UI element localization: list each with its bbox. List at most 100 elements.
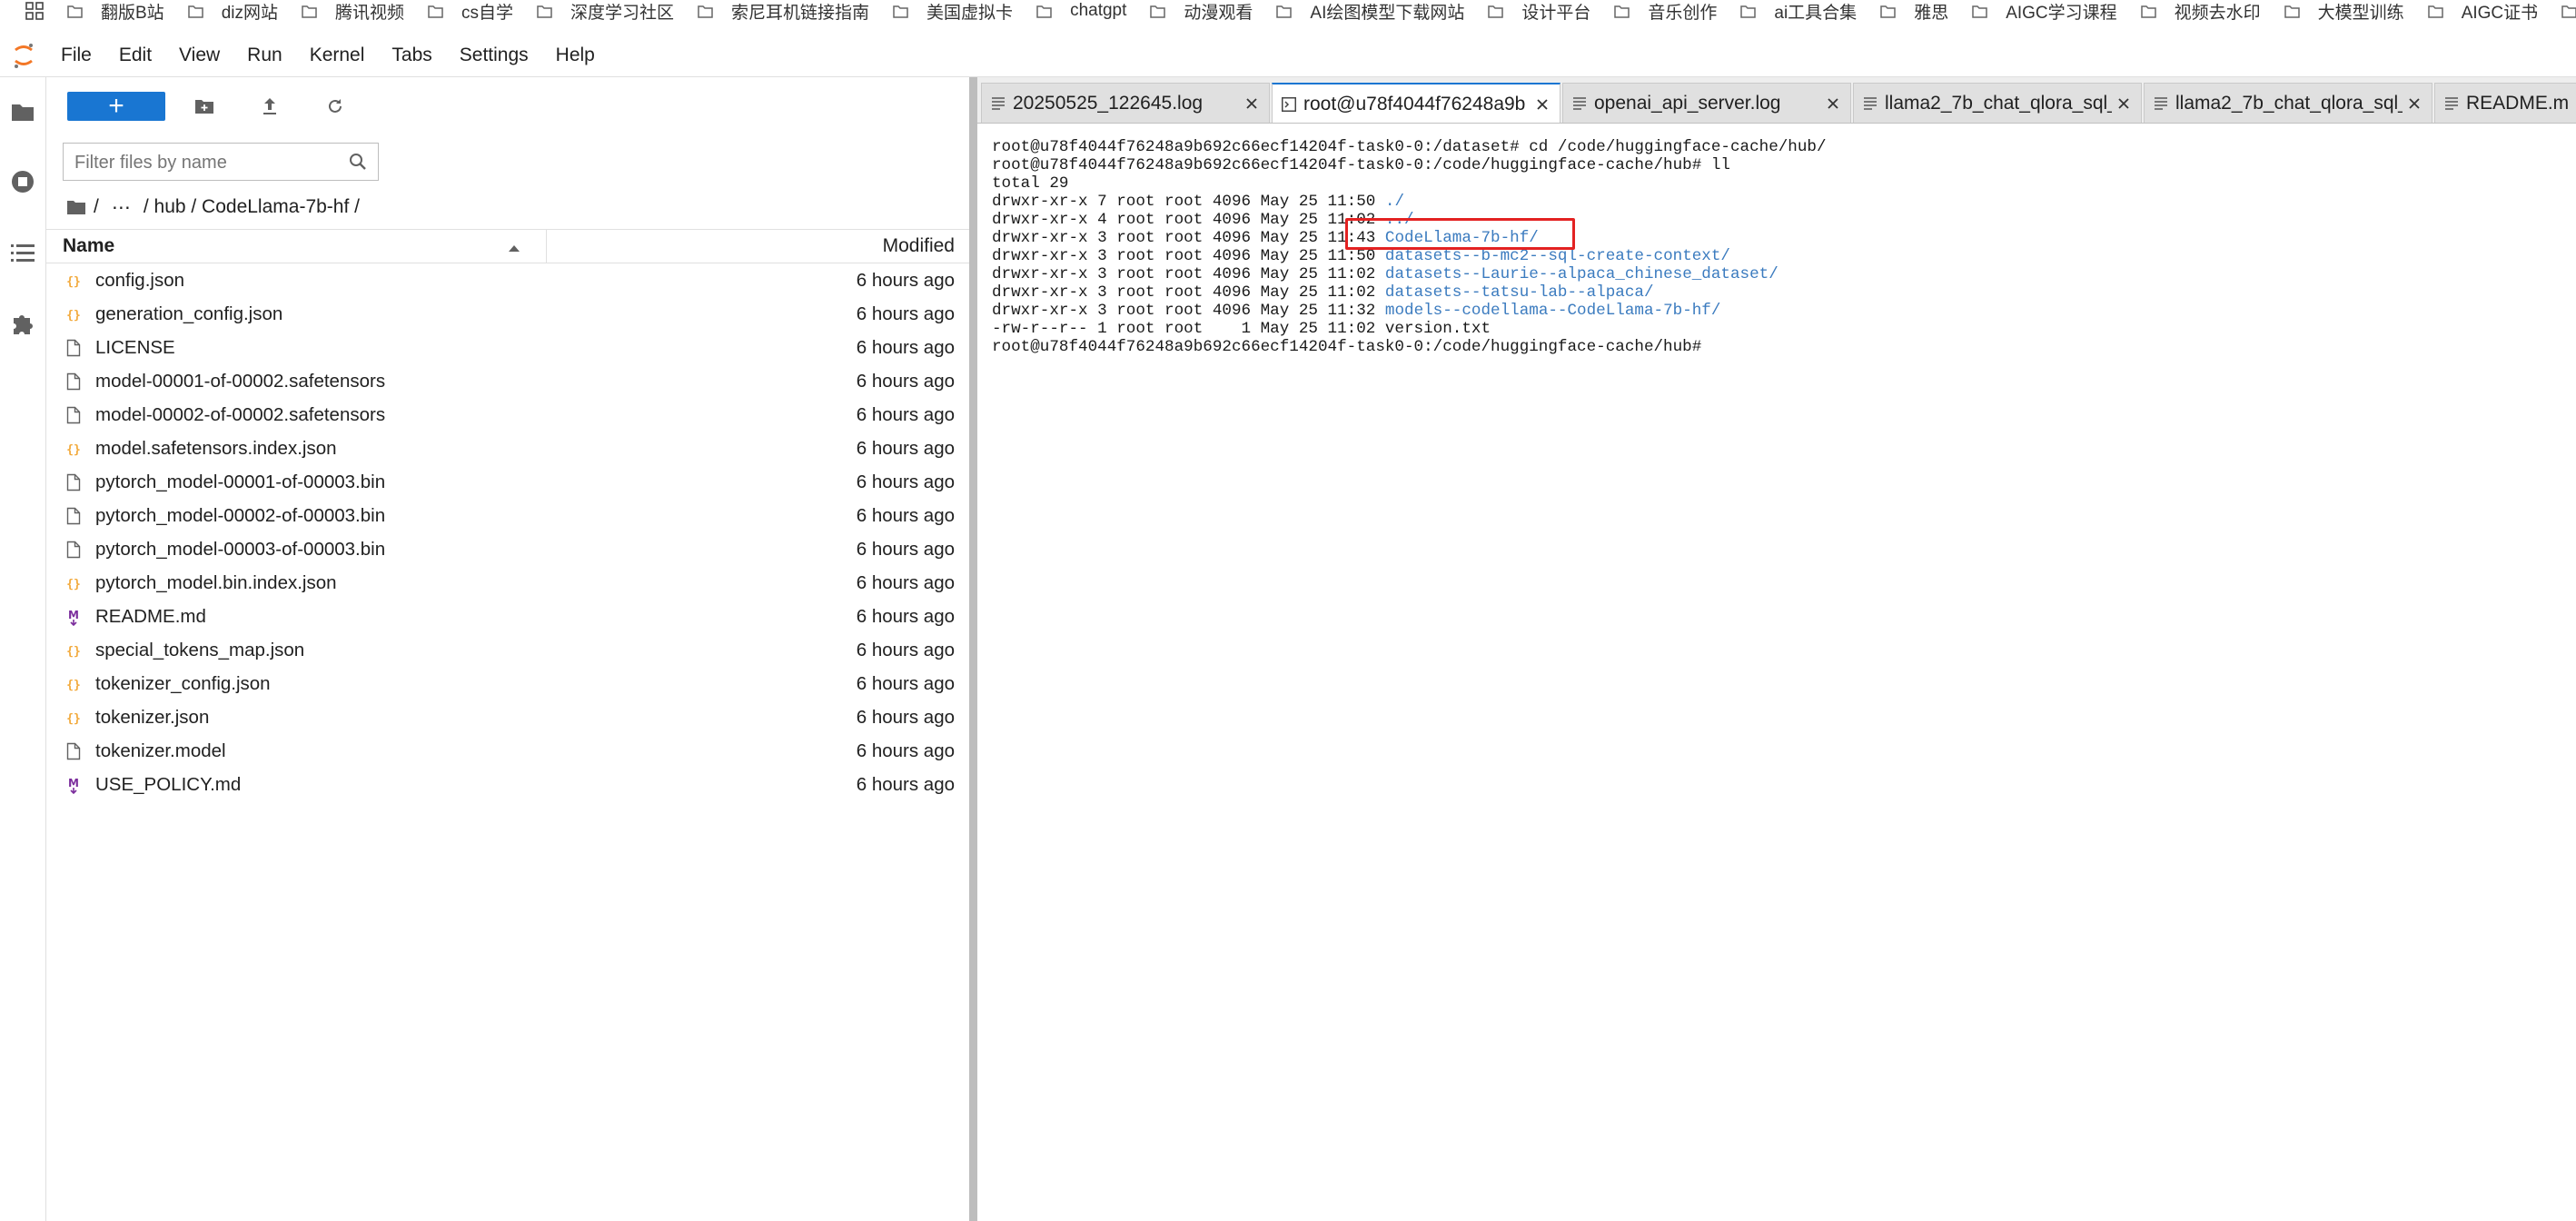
- modified-column-header[interactable]: Modified: [773, 230, 955, 263]
- file-row[interactable]: model-00001-of-00002.safetensors 6 hours …: [46, 364, 969, 398]
- bookmark-item[interactable]: 天...: [2561, 0, 2576, 22]
- file-row[interactable]: {} pytorch_model.bin.index.json 6 hours ag…: [46, 566, 969, 600]
- menu-settings[interactable]: Settings: [446, 35, 542, 76]
- file-row[interactable]: {} special_tokens_map.json 6 hours ago: [46, 633, 969, 667]
- file-row[interactable]: {} generation_config.json 6 hours ago: [46, 297, 969, 331]
- file-row[interactable]: M USE_POLICY.md 6 hours ago: [46, 768, 969, 801]
- tab-document[interactable]: 20250525_122645.log: [981, 83, 1270, 123]
- new-folder-icon[interactable]: [192, 94, 217, 119]
- file-row[interactable]: pytorch_model-00002-of-00003.bin 6 hours …: [46, 499, 969, 532]
- panel-splitter[interactable]: [969, 77, 977, 1221]
- bookmark-item[interactable]: 腾讯视频: [302, 0, 404, 22]
- terminal-panel[interactable]: root@u78f4044f76248a9b692c66ecf14204f-ta…: [977, 124, 2576, 1221]
- bookmark-folder-icon: [302, 5, 326, 18]
- bookmark-label: diz网站: [221, 3, 278, 23]
- breadcrumb-ellipsis[interactable]: ⋯: [112, 196, 131, 219]
- tab-document[interactable]: llama2_7b_chat_qlora_sql_e: [1853, 83, 2142, 123]
- extension-icon[interactable]: [0, 298, 45, 349]
- bookmark-label: 雅思: [1914, 3, 1949, 23]
- menu-run[interactable]: Run: [233, 35, 296, 76]
- breadcrumb-folder-icon[interactable]: [66, 199, 86, 215]
- svg-text:M: M: [68, 777, 79, 789]
- tab-document[interactable]: llama2_7b_chat_qlora_sql_e: [2144, 83, 2432, 123]
- bookmark-item[interactable]: AIGC学习课程: [1972, 0, 2117, 22]
- menu-edit[interactable]: Edit: [105, 35, 165, 76]
- file-row[interactable]: model-00002-of-00002.safetensors 6 hours …: [46, 398, 969, 432]
- menu-file[interactable]: File: [47, 35, 105, 76]
- bookmark-item[interactable]: 设计平台: [1488, 0, 1590, 22]
- tab-document[interactable]: README.m: [2434, 83, 2576, 123]
- bookmark-item[interactable]: AIGC证书: [2427, 0, 2539, 23]
- bookmark-item[interactable]: chatgpt: [1036, 1, 1126, 21]
- bookmark-label: AIGC证书: [2461, 3, 2539, 23]
- name-column-header[interactable]: Name: [63, 230, 114, 263]
- file-row[interactable]: {} tokenizer.json 6 hours ago: [46, 700, 969, 734]
- bookmark-item[interactable]: 美国虚拟卡: [893, 0, 1013, 22]
- bookmark-item[interactable]: AI绘图模型下载网站: [1276, 0, 1464, 22]
- sort-ascending-icon[interactable]: [508, 241, 520, 257]
- close-icon[interactable]: [1240, 97, 1263, 110]
- file-row[interactable]: LICENSE 6 hours ago: [46, 331, 969, 364]
- file-row[interactable]: {} config.json 6 hours ago: [46, 263, 969, 297]
- json-file-icon: {}: [64, 272, 83, 290]
- folder-icon[interactable]: [0, 86, 45, 137]
- svg-text:M: M: [68, 609, 79, 621]
- file-row[interactable]: M README.md 6 hours ago: [46, 600, 969, 633]
- file-modified: 6 hours ago: [856, 270, 955, 291]
- bookmark-item[interactable]: 大模型训练: [2284, 0, 2404, 22]
- terminal-text: root@u78f4044f76248a9b692c66ecf14204f-ta…: [992, 156, 1730, 174]
- bookmark-item[interactable]: 深度学习社区: [537, 0, 674, 22]
- terminal-text: root@u78f4044f76248a9b692c66ecf14204f-ta…: [992, 138, 1827, 156]
- file-name: config.json: [95, 270, 185, 291]
- close-icon[interactable]: [1531, 98, 1554, 111]
- new-launcher-button[interactable]: +: [67, 92, 165, 121]
- file-row[interactable]: pytorch_model-00001-of-00003.bin 6 hours …: [46, 465, 969, 499]
- file-name: special_tokens_map.json: [95, 640, 305, 660]
- breadcrumb-root[interactable]: /: [94, 196, 99, 218]
- upload-icon[interactable]: [257, 94, 282, 119]
- bookmark-item[interactable]: diz网站: [187, 0, 278, 23]
- running-icon[interactable]: [0, 156, 45, 207]
- file-modified: 6 hours ago: [856, 472, 955, 492]
- menu-kernel[interactable]: Kernel: [296, 35, 379, 76]
- close-icon[interactable]: [2112, 97, 2135, 110]
- bookmark-folder-icon: [698, 5, 722, 18]
- highlight-box: [1345, 218, 1575, 250]
- breadcrumb-path[interactable]: / hub / CodeLlama-7b-hf /: [144, 196, 360, 218]
- filter-files-input[interactable]: [64, 144, 349, 182]
- bookmark-item[interactable]: 索尼耳机链接指南: [698, 0, 869, 22]
- bookmark-label: 设计平台: [1521, 3, 1591, 23]
- file-row[interactable]: pytorch_model-00003-of-00003.bin 6 hours …: [46, 532, 969, 566]
- bookmark-item[interactable]: 视频去水印: [2140, 0, 2261, 22]
- file-row[interactable]: {} tokenizer_config.json 6 hours ago: [46, 667, 969, 700]
- bookmark-label: 音乐创作: [1648, 3, 1718, 23]
- toc-icon[interactable]: [0, 227, 45, 278]
- close-icon[interactable]: [1821, 97, 1845, 110]
- file-icon: [64, 406, 83, 424]
- search-icon: [349, 153, 367, 175]
- file-modified: 6 hours ago: [856, 774, 955, 795]
- tab-terminal[interactable]: root@u78f4044f76248a9b: [1272, 83, 1560, 123]
- apps-grid-icon[interactable]: [24, 0, 45, 22]
- menu-view[interactable]: View: [165, 35, 233, 76]
- refresh-icon[interactable]: [322, 94, 348, 119]
- tab-document[interactable]: openai_api_server.log: [1562, 83, 1851, 123]
- file-name: tokenizer_config.json: [95, 673, 271, 694]
- tab-label: README.m: [2466, 92, 2570, 114]
- jupyter-logo-icon: [0, 35, 47, 76]
- bookmark-folder-icon: [2427, 5, 2452, 18]
- bookmark-item[interactable]: 雅思: [1880, 0, 1948, 22]
- column-divider[interactable]: [546, 230, 547, 263]
- bookmark-item[interactable]: ai工具合集: [1740, 0, 1857, 22]
- bookmark-item[interactable]: cs自学: [428, 0, 513, 22]
- bookmark-item[interactable]: 翻版B站: [67, 0, 164, 22]
- close-icon[interactable]: [2403, 97, 2426, 110]
- menu-help[interactable]: Help: [542, 35, 609, 76]
- terminal-line: -rw-r--r-- 1 root root 1 May 25 11:02 ve…: [992, 320, 1491, 338]
- file-row[interactable]: {} model.safetensors.index.json 6 hours ag…: [46, 432, 969, 465]
- bookmark-folder-icon: [67, 5, 92, 18]
- bookmark-item[interactable]: 音乐创作: [1614, 0, 1717, 22]
- menu-tabs[interactable]: Tabs: [378, 35, 445, 76]
- bookmark-item[interactable]: 动漫观看: [1150, 0, 1253, 22]
- file-row[interactable]: tokenizer.model 6 hours ago: [46, 734, 969, 768]
